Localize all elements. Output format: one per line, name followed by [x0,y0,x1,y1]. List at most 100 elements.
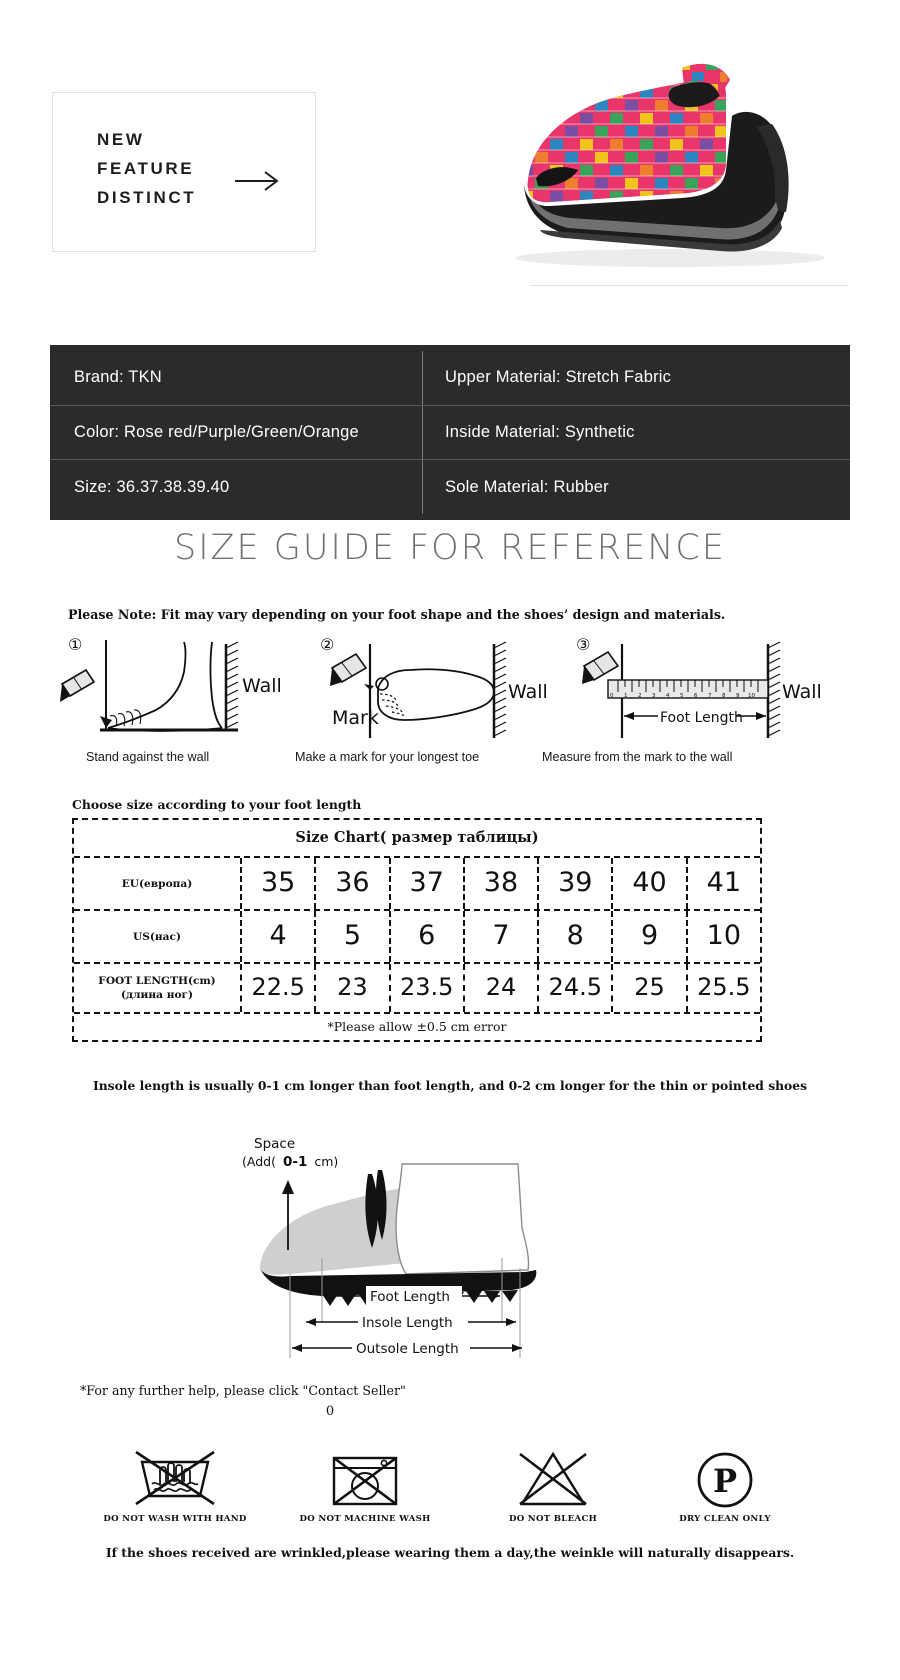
svg-text:2: 2 [638,693,642,699]
cell-foot-3: 24 [465,964,540,1012]
cell-foot-0: 22.5 [242,964,317,1012]
cell-eu-3: 38 [465,858,540,909]
insole-length-note: Insole length is usually 0-1 cm longer t… [92,1078,808,1093]
size-chart-row-us: US(нас) 4 5 6 7 8 9 10 [74,911,760,964]
svg-text:10: 10 [748,693,755,699]
hero-text-box: NEW FEATURE DISTINCT [52,92,316,252]
svg-text:0: 0 [610,693,614,699]
svg-text:③: ③ [576,635,590,654]
pencil-icon [330,652,368,686]
size-chart-title: Size Chart( размер таблицы) [74,820,760,858]
step-2-wall-label: Wall [508,681,548,703]
dimension-outsole-length: Outsole Length [356,1341,459,1357]
step-2-caption: Make a mark for your longest toe [295,750,480,764]
row-header-us: US(нас) [74,911,242,962]
size-chart-row-eu: EU(европа) 35 36 37 38 39 40 41 [74,858,760,911]
row-header-eu-text: EU(европа) [121,877,193,890]
step-captions: Stand against the wall Make a mark for y… [50,750,850,774]
size-guide-heading: SIZE GUIDE FOR REFERENCE [174,528,726,568]
no-machine-wash-icon [332,1456,398,1506]
spec-brand: Brand: TKN [74,368,162,387]
hero-headline: NEW FEATURE DISTINCT [97,125,196,212]
choose-size-label: Choose size according to your foot lengt… [72,797,362,812]
hero-banner: NEW FEATURE DISTINCT [0,0,900,320]
step-1-wall-label: Wall [242,675,282,697]
cell-foot-5: 25 [613,964,688,1012]
cell-eu-5: 40 [613,858,688,909]
cell-us-3: 7 [465,911,540,962]
care-label-0: DO NOT WASH WITH HAND [103,1514,247,1524]
cell-us-1: 5 [316,911,391,962]
spec-size: Size: 36.37.38.39.40 [74,477,230,496]
pencil-icon [582,650,620,684]
step-3-caption: Measure from the mark to the wall [542,750,733,764]
spec-row-color: Color: Rose red/Purple/Green/Orange Insi… [50,404,850,460]
cell-foot-4: 24.5 [539,964,614,1012]
care-label-2: DO NOT BLEACH [508,1514,598,1524]
svg-text:5: 5 [680,693,684,699]
svg-text:4: 4 [666,693,670,699]
size-chart-row-foot-length: FOOT LENGTH(cm) (длина ног) 22.5 23 23.5… [74,964,760,1014]
cell-us-5: 9 [613,911,688,962]
care-instructions: DO NOT WASH WITH HAND DO NOT MACHINE WAS… [60,1428,840,1538]
cell-foot-1: 23 [316,964,391,1012]
dimension-foot-length: Foot Length [370,1289,450,1305]
care-no-machine-wash: DO NOT MACHINE WASH [270,1428,460,1524]
no-hand-wash-icon [135,1450,215,1506]
contact-seller-note: *For any further help, please click "Con… [80,1383,406,1398]
svg-text:②: ② [320,635,334,654]
svg-text:①: ① [68,635,82,654]
row-header-foot-length-ru: (длина ног) [120,989,194,1001]
arrow-right-icon [235,171,279,191]
cell-eu-4: 39 [539,858,614,909]
care-no-hand-wash: DO NOT WASH WITH HAND [80,1428,270,1524]
wrinkle-note: If the shoes received are wrinkled,pleas… [105,1545,795,1560]
row-header-eu: EU(европа) [74,858,242,909]
dimension-insole-length: Insole Length [362,1315,453,1331]
cell-foot-2: 23.5 [391,964,465,1012]
size-chart-footnote: *Please allow ±0.5 cm error [327,1019,507,1034]
row-header-us-text: US(нас) [133,930,181,943]
cell-eu-1: 36 [316,858,391,909]
svg-text:6: 6 [694,693,698,699]
spec-inside-material: Inside Material: Synthetic [422,405,850,460]
cell-us-6: 10 [706,920,741,951]
shoe-cross-section-diagram: Space (Add( 0-1 cm) Foot Length Insole L… [230,1108,670,1368]
step-2-mark-label: Mark [332,707,379,729]
care-dry-clean-only: P DRY CLEAN ONLY [630,1428,820,1524]
row-header-foot-length: FOOT LENGTH(cm) (длина ног) [74,964,242,1012]
hero-line-1: NEW [97,130,145,149]
size-chart-table: Size Chart( размер таблицы) EU(европа) 3… [72,818,762,1042]
step-3-foot-length-label: Foot Length [660,710,743,726]
cell-us-4: 8 [539,911,614,962]
spec-row-brand: Brand: TKN Upper Material: Stretch Fabri… [50,351,850,405]
svg-text:P: P [713,1462,737,1500]
svg-text:7: 7 [708,693,712,699]
spec-color: Color: Rose red/Purple/Green/Orange [74,423,359,441]
spec-sole-material: Sole Material: Rubber [422,460,850,515]
step-3-wall-label: Wall [782,681,822,703]
product-image [420,30,860,280]
svg-text:8: 8 [722,693,726,699]
cell-foot-6: 25.5 [697,973,751,1001]
row-header-foot-length-text: FOOT LENGTH(cm) [98,975,216,987]
hero-divider [530,285,848,286]
svg-text:9: 9 [736,693,740,699]
spec-upper-material: Upper Material: Stretch Fabric [422,351,850,405]
stray-zero-text: 0 [325,1404,335,1419]
care-label-1: DO NOT MACHINE WASH [299,1514,431,1524]
cell-eu-2: 37 [391,858,465,909]
cell-us-2: 6 [391,911,465,962]
no-bleach-icon [519,1451,587,1506]
svg-text:1: 1 [624,693,628,699]
space-add-text: (Add( 0-1 cm) [242,1154,338,1170]
dry-clean-only-icon: P [697,1452,753,1508]
hero-line-2: FEATURE [97,159,195,178]
fit-note: Please Note: Fit may vary depending on y… [68,607,726,622]
step-1-caption: Stand against the wall [86,750,210,764]
care-label-3: DRY CLEAN ONLY [679,1514,771,1524]
space-label: Space [254,1136,295,1152]
svg-text:3: 3 [652,693,656,699]
cell-us-0: 4 [242,911,317,962]
pencil-icon [60,668,96,702]
